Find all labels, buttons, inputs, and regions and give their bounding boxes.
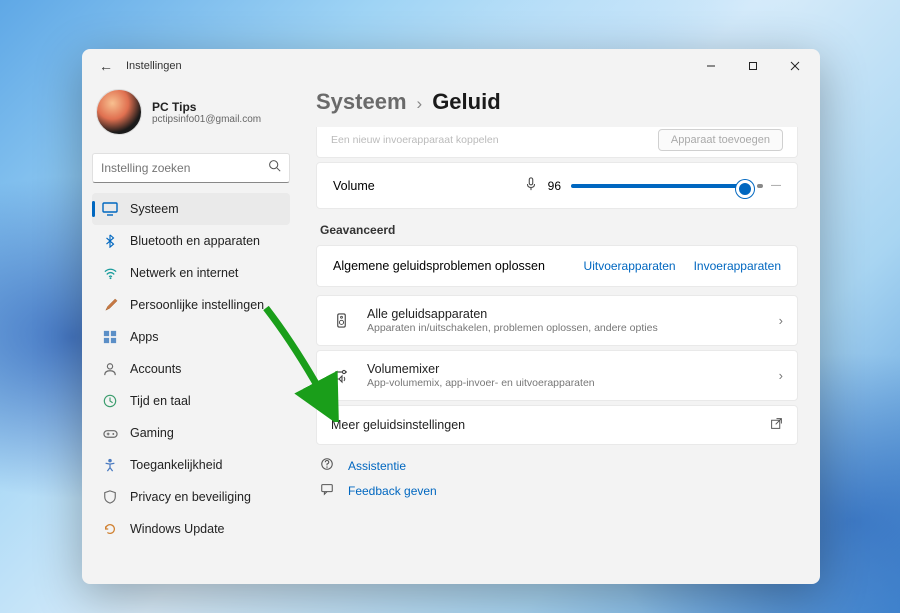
open-external-icon [770, 417, 783, 433]
nav-system[interactable]: Systeem [92, 193, 290, 225]
nav-label: Persoonlijke instellingen [130, 298, 264, 312]
nav-label: Bluetooth en apparaten [130, 234, 260, 248]
game-icon [102, 425, 118, 441]
nav-label: Systeem [130, 202, 179, 216]
search-box[interactable] [92, 153, 290, 183]
pair-device-row[interactable]: Een nieuw invoerapparaat koppelen Appara… [317, 127, 797, 157]
pair-device-fragment: Een nieuw invoerapparaat koppelen [331, 134, 658, 146]
nav-label: Apps [130, 330, 159, 344]
breadcrumb: Systeem › Geluid [316, 89, 798, 115]
volume-mixer-card[interactable]: Volumemixer App-volumemix, app-invoer- e… [316, 350, 798, 401]
nav-label: Gaming [130, 426, 174, 440]
apps-icon [102, 329, 118, 345]
input-devices-link[interactable]: Invoerapparaten [694, 259, 781, 273]
avatar [96, 89, 142, 135]
advanced-section-label: Geavanceerd [320, 223, 798, 237]
volume-row: Volume 96 — [317, 163, 797, 208]
monitor-icon [102, 201, 118, 217]
volume-card: Volume 96 — [316, 162, 798, 209]
volume-slider[interactable] [571, 184, 751, 188]
chevron-right-icon: › [779, 368, 783, 383]
minimize-button[interactable] [690, 49, 732, 83]
volume-value: 96 [548, 179, 561, 193]
troubleshoot-card: Algemene geluidsproblemen oplossen Uitvo… [316, 245, 798, 287]
feedback-icon [320, 482, 336, 499]
nav-accounts[interactable]: Accounts [92, 353, 290, 385]
help-feedback-label: Feedback geven [348, 484, 437, 498]
chevron-right-icon: › [417, 94, 423, 114]
clock-icon [102, 393, 118, 409]
help-assist-link[interactable]: Assistentie [320, 457, 798, 474]
nav-time-language[interactable]: Tijd en taal [92, 385, 290, 417]
nav-label: Netwerk en internet [130, 266, 238, 280]
microphone-icon [524, 177, 538, 194]
nav-label: Windows Update [130, 522, 225, 536]
nav-bluetooth[interactable]: Bluetooth en apparaten [92, 225, 290, 257]
titlebar: ← Instellingen [82, 49, 820, 83]
more-sound-settings-row[interactable]: Meer geluidsinstellingen [317, 406, 797, 444]
nav-network[interactable]: Netwerk en internet [92, 257, 290, 289]
more-sound-settings-card[interactable]: Meer geluidsinstellingen [316, 405, 798, 445]
breadcrumb-parent[interactable]: Systeem [316, 89, 407, 115]
volume-mixer-title: Volumemixer [367, 362, 779, 376]
mixer-icon [331, 368, 351, 384]
breadcrumb-current: Geluid [432, 89, 500, 115]
chevron-right-icon: › [779, 313, 783, 328]
nav-label: Privacy en beveiliging [130, 490, 251, 504]
help-feedback-link[interactable]: Feedback geven [320, 482, 798, 499]
close-button[interactable] [774, 49, 816, 83]
help-section: Assistentie Feedback geven [316, 457, 798, 499]
all-devices-row[interactable]: Alle geluidsapparaten Apparaten in/uitsc… [317, 296, 797, 345]
settings-window: ← Instellingen PC Tips pctipsinfo01@gmai… [82, 49, 820, 584]
bluetooth-icon [102, 233, 118, 249]
output-devices-link[interactable]: Uitvoerapparaten [584, 259, 676, 273]
shield-icon [102, 489, 118, 505]
help-assist-label: Assistentie [348, 459, 406, 473]
brush-icon [102, 297, 118, 313]
sidebar: PC Tips pctipsinfo01@gmail.com Systeem B… [82, 83, 300, 584]
maximize-button[interactable] [732, 49, 774, 83]
help-icon [320, 457, 336, 474]
all-devices-title: Alle geluidsapparaten [367, 307, 779, 321]
nav-personalization[interactable]: Persoonlijke instellingen [92, 289, 290, 321]
nav-apps[interactable]: Apps [92, 321, 290, 353]
nav-list: Systeem Bluetooth en apparaten Netwerk e… [92, 193, 290, 545]
profile[interactable]: PC Tips pctipsinfo01@gmail.com [92, 89, 290, 145]
clipped-card: Een nieuw invoerapparaat koppelen Appara… [316, 127, 798, 158]
all-devices-sub: Apparaten in/uitschakelen, problemen opl… [367, 322, 779, 334]
nav-gaming[interactable]: Gaming [92, 417, 290, 449]
person-icon [102, 361, 118, 377]
back-button[interactable]: ← [96, 58, 116, 74]
slider-end-icon: — [771, 180, 781, 191]
volume-mixer-row[interactable]: Volumemixer App-volumemix, app-invoer- e… [317, 351, 797, 400]
volume-label: Volume [333, 179, 375, 193]
add-device-button[interactable]: Apparaat toevoegen [658, 129, 783, 151]
window-title: Instellingen [126, 60, 182, 72]
nav-privacy[interactable]: Privacy en beveiliging [92, 481, 290, 513]
search-icon [268, 159, 281, 177]
all-devices-card[interactable]: Alle geluidsapparaten Apparaten in/uitsc… [316, 295, 798, 346]
nav-label: Tijd en taal [130, 394, 191, 408]
profile-email: pctipsinfo01@gmail.com [152, 114, 261, 125]
nav-label: Accounts [130, 362, 181, 376]
speaker-icon [331, 313, 351, 328]
profile-name: PC Tips [152, 100, 261, 114]
volume-mixer-sub: App-volumemix, app-invoer- en uitvoerapp… [367, 377, 779, 389]
slider-track-remainder [757, 184, 763, 188]
nav-label: Toegankelijkheid [130, 458, 222, 472]
troubleshoot-row: Algemene geluidsproblemen oplossen Uitvo… [317, 246, 797, 286]
update-icon [102, 521, 118, 537]
accessibility-icon [102, 457, 118, 473]
wifi-icon [102, 265, 118, 281]
troubleshoot-title: Algemene geluidsproblemen oplossen [333, 259, 545, 273]
nav-windows-update[interactable]: Windows Update [92, 513, 290, 545]
main-content: Systeem › Geluid Een nieuw invoerapparaa… [300, 83, 820, 584]
nav-accessibility[interactable]: Toegankelijkheid [92, 449, 290, 481]
more-settings-title: Meer geluidsinstellingen [331, 418, 770, 432]
search-input[interactable] [101, 161, 268, 175]
